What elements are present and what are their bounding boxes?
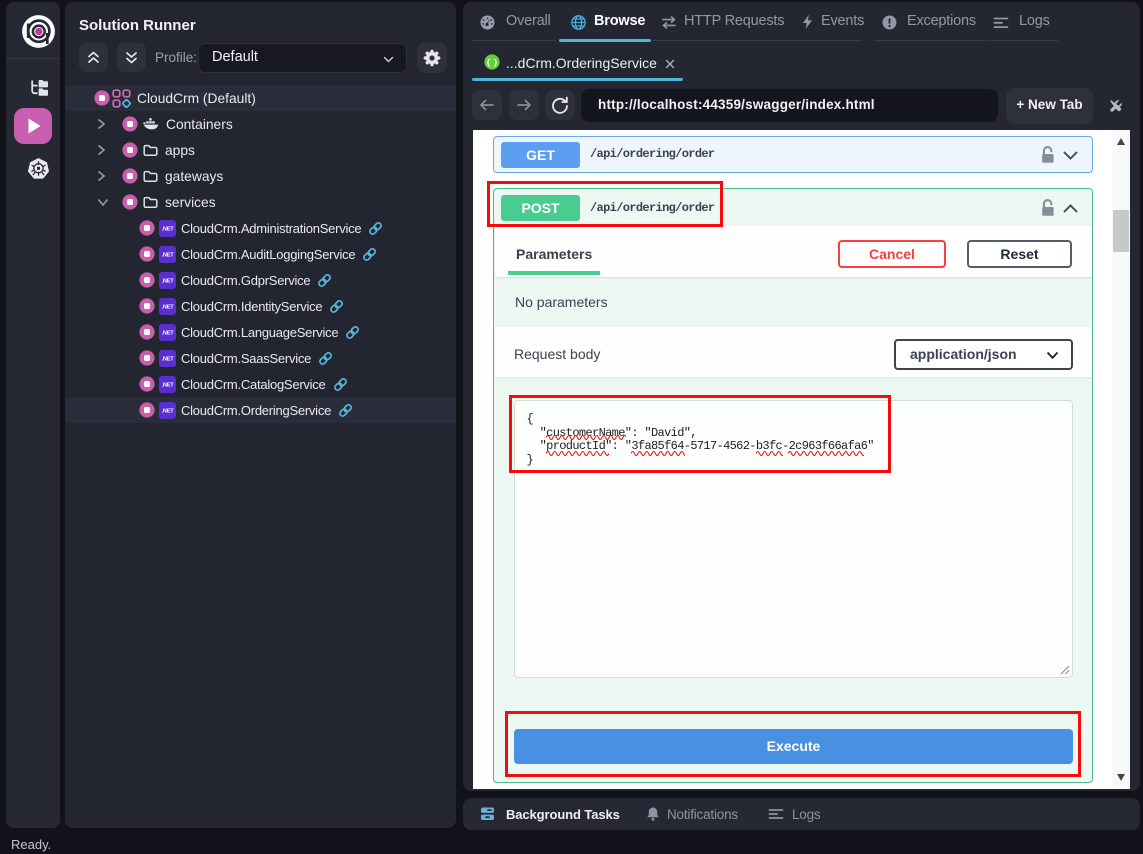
svg-text:.NET: .NET [162, 330, 175, 336]
svg-text:{ }: { } [486, 58, 498, 68]
svg-text:.NET: .NET [162, 226, 175, 232]
svg-text:.NET: .NET [162, 382, 175, 388]
svg-text:.NET: .NET [162, 356, 175, 362]
svg-text:.NET: .NET [162, 252, 175, 258]
svg-text:.NET: .NET [162, 304, 175, 310]
svg-text:.NET: .NET [162, 408, 175, 414]
svg-text:.NET: .NET [162, 278, 175, 284]
